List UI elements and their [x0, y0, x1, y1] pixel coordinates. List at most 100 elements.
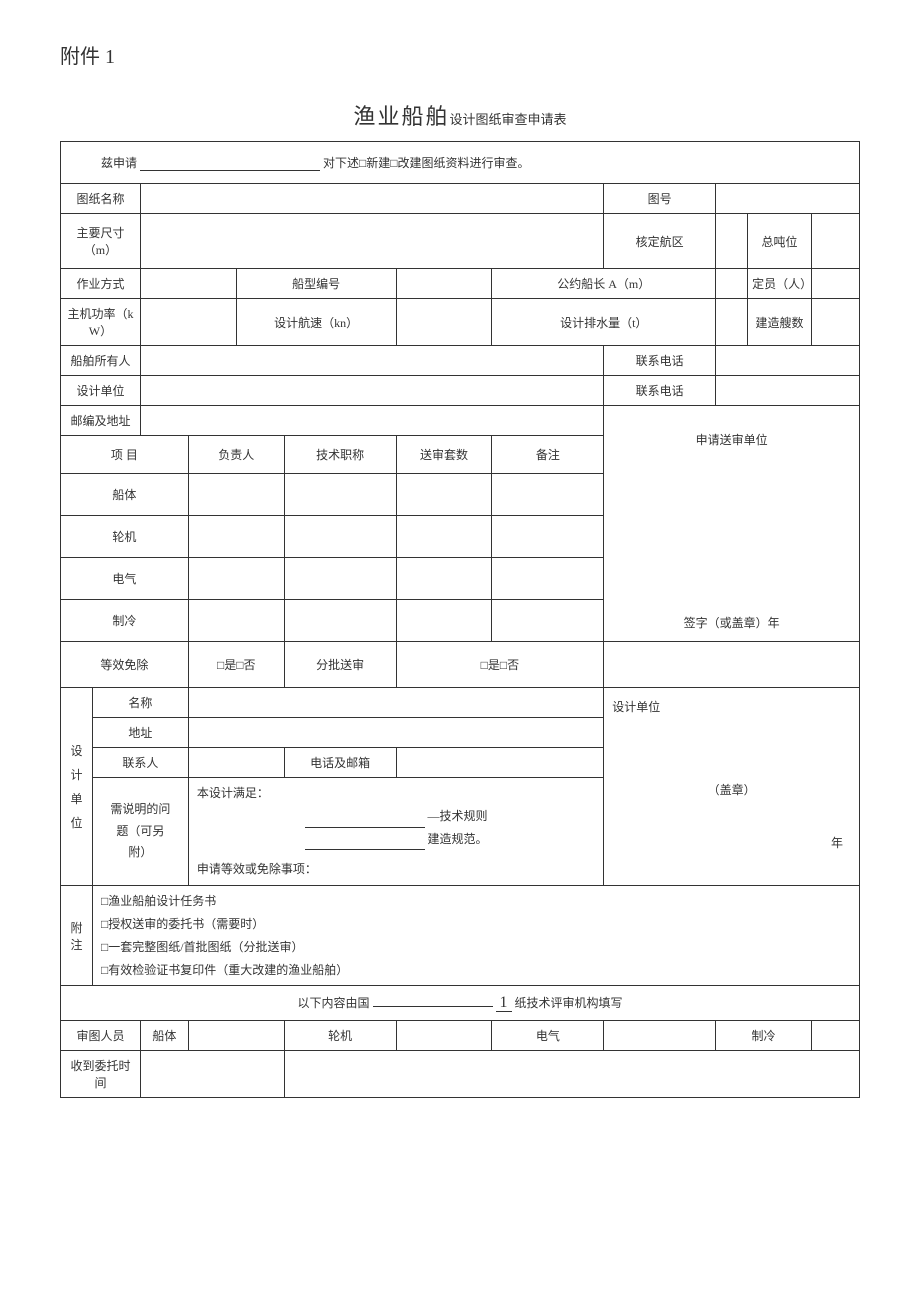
field-work-mode[interactable] [140, 269, 236, 299]
field-batch-yesno[interactable]: □是□否 [396, 642, 604, 688]
field-engine-sets[interactable] [396, 516, 492, 558]
label-receive-time: 收到委托时间 [61, 1051, 141, 1098]
attach-item-2: □授权送审的委托书（需要时） [101, 913, 851, 936]
field-design-speed[interactable] [396, 299, 492, 346]
field-reviewer-refrig[interactable] [811, 1021, 859, 1051]
field-crew[interactable] [811, 269, 859, 299]
field-refrig-resp[interactable] [188, 600, 284, 642]
field-need-explain-2[interactable]: 申请等效或免除事项： [188, 854, 603, 885]
field-convention-length[interactable] [716, 269, 748, 299]
section-divider: 以下内容由国 1 纸技术评审机构填写 [61, 986, 860, 1021]
field-nav-area[interactable] [716, 214, 748, 269]
field-reviewer-engine[interactable] [396, 1021, 492, 1051]
field-main-dims[interactable] [140, 214, 603, 269]
field-receive-extra[interactable] [284, 1051, 859, 1098]
label-tech-rule: —技术规则 [428, 809, 488, 823]
field-du-addr[interactable] [188, 718, 603, 748]
intro-suffix: 对下述□新建□改建图纸资料进行审查。 [323, 156, 530, 170]
label-remark: 备注 [492, 436, 604, 474]
label-name: 名称 [92, 688, 188, 718]
label-design-meet: 本设计满足： [197, 782, 595, 805]
label-batch-review: 分批送审 [284, 642, 396, 688]
below-num: 1 [496, 994, 512, 1012]
label-responsible: 负责人 [188, 436, 284, 474]
label-main-dims: 主要尺寸（m） [61, 214, 141, 269]
label-year: 年 [612, 832, 851, 855]
field-gross-tonnage[interactable] [811, 214, 859, 269]
field-engine-remark[interactable] [492, 516, 604, 558]
field-ship-owner[interactable] [140, 346, 603, 376]
field-applicant-blank[interactable] [604, 642, 860, 688]
label-design-speed: 设计航速（kn） [236, 299, 396, 346]
field-need-explain-1[interactable]: 本设计满足： —技术规则 建造规范。 [188, 778, 603, 855]
page-title: 渔业船舶设计图纸审查申请表 [60, 99, 860, 131]
label-convention-length: 公约船长 A（m） [492, 269, 716, 299]
label-ship-owner: 船舶所有人 [61, 346, 141, 376]
field-reviewer-electric[interactable] [604, 1021, 716, 1051]
label-review-sets: 送审套数 [396, 436, 492, 474]
label-hull: 船体 [61, 474, 189, 516]
label-reviewer: 审图人员 [61, 1021, 141, 1051]
field-du-contact[interactable] [188, 748, 284, 778]
label-addr: 地址 [92, 718, 188, 748]
field-du-phone-email[interactable] [396, 748, 604, 778]
label-design-unit-block: 设计单位 [61, 688, 93, 886]
label-attach: 附注 [61, 886, 93, 986]
label-build-count: 建造艘数 [748, 299, 812, 346]
label-work-mode: 作业方式 [61, 269, 141, 299]
field-refrig-remark[interactable] [492, 600, 604, 642]
field-hull-remark[interactable] [492, 474, 604, 516]
label-ship-type-code: 船型编号 [236, 269, 396, 299]
intro-prefix: 兹申请 [101, 156, 137, 170]
field-equiv-yesno[interactable]: □是□否 [188, 642, 284, 688]
field-engine-title[interactable] [284, 516, 396, 558]
field-drawing-no[interactable] [716, 184, 860, 214]
field-refrig-title[interactable] [284, 600, 396, 642]
label-tech-title: 技术职称 [284, 436, 396, 474]
field-hull-title[interactable] [284, 474, 396, 516]
label-phone-email: 电话及邮箱 [284, 748, 396, 778]
field-hull-sets[interactable] [396, 474, 492, 516]
label-need-explain: 需说明的问题（可另附） [92, 778, 188, 886]
field-du-name[interactable] [188, 688, 603, 718]
field-electric-sets[interactable] [396, 558, 492, 600]
label-design-displacement: 设计排水量（t） [492, 299, 716, 346]
label-design-unit: 设计单位 [61, 376, 141, 406]
field-electric-resp[interactable] [188, 558, 284, 600]
label-reviewer-electric: 电气 [492, 1021, 604, 1051]
blank-tech-rule[interactable] [305, 814, 425, 828]
attach-item-4: □有效检验证书复印件（重大改建的渔业船舶） [101, 959, 851, 982]
application-form-table: 兹申请 对下述□新建□改建图纸资料进行审查。 图纸名称 图号 主要尺寸（m） 核… [60, 141, 860, 1098]
label-sign-seal: 签字（或盖章）年 [608, 614, 855, 631]
field-design-unit[interactable] [140, 376, 603, 406]
field-refrig-sets[interactable] [396, 600, 492, 642]
field-contact-phone-2[interactable] [716, 376, 860, 406]
field-reviewer-hull[interactable] [188, 1021, 284, 1051]
field-contact-phone-1[interactable] [716, 346, 860, 376]
blank-build-spec[interactable] [305, 836, 425, 850]
attach-item-3: □一套完整图纸/首批图纸（分批送审） [101, 936, 851, 959]
field-ship-type-code[interactable] [396, 269, 492, 299]
title-main: 渔业船舶 [353, 104, 449, 129]
label-reviewer-engine: 轮机 [284, 1021, 396, 1051]
field-engine-resp[interactable] [188, 516, 284, 558]
intro-blank[interactable] [140, 157, 320, 171]
label-apply-equiv: 申请等效或免除事项： [197, 862, 317, 876]
design-unit-sign-area[interactable]: 设计单位 （盖章） 年 [604, 688, 860, 886]
label-refrig: 制冷 [61, 600, 189, 642]
below-prefix: 以下内容由国 [297, 996, 369, 1010]
field-post-addr[interactable] [140, 406, 603, 436]
field-electric-title[interactable] [284, 558, 396, 600]
label-design-unit-right: 设计单位 [612, 692, 851, 719]
field-main-power[interactable] [140, 299, 236, 346]
field-design-displacement[interactable] [716, 299, 748, 346]
field-build-count[interactable] [811, 299, 859, 346]
title-sub: 设计图纸审查申请表 [450, 112, 567, 127]
applicant-sign-area[interactable]: 签字（或盖章）年 [604, 474, 860, 642]
field-drawing-name[interactable] [140, 184, 603, 214]
label-main-power: 主机功率（kW） [61, 299, 141, 346]
field-receive-time[interactable] [140, 1051, 284, 1098]
intro-row: 兹申请 对下述□新建□改建图纸资料进行审查。 [61, 142, 860, 184]
field-electric-remark[interactable] [492, 558, 604, 600]
field-hull-resp[interactable] [188, 474, 284, 516]
